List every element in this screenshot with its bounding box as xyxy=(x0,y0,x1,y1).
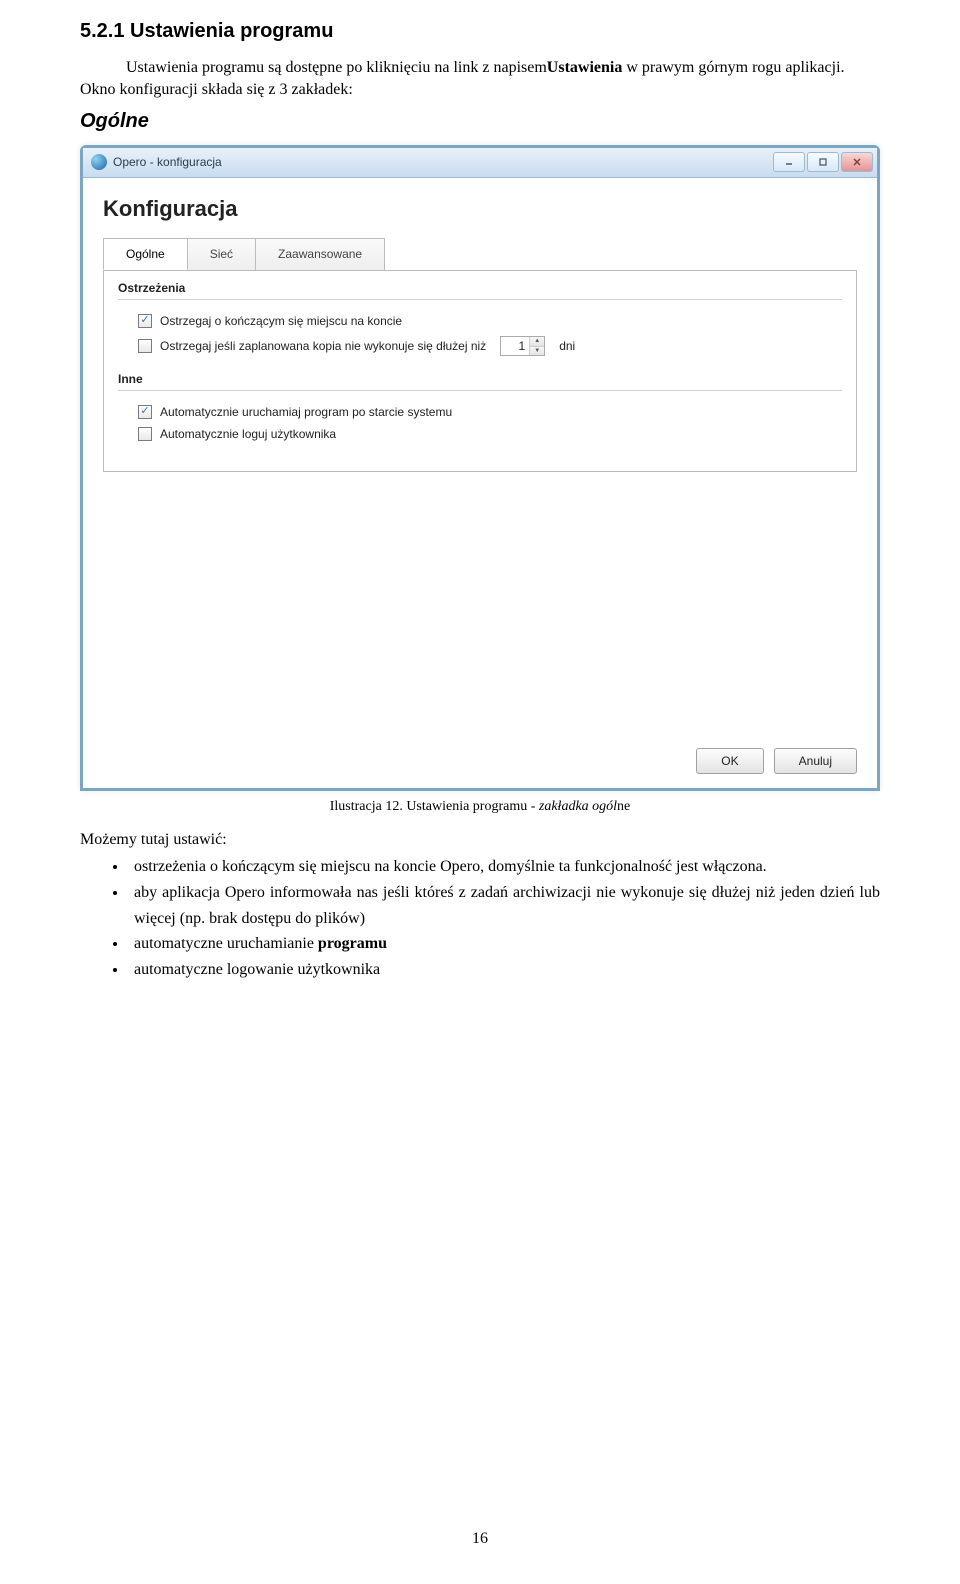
window-controls xyxy=(773,152,873,172)
spinner-up-icon[interactable]: ▲ xyxy=(530,337,544,346)
minimize-button[interactable] xyxy=(773,152,805,172)
group-warnings: Ostrzeżenia ✓ Ostrzegaj o kończącym się … xyxy=(118,281,842,360)
caption-italic: zakładka ogól xyxy=(539,799,617,814)
tab-row: Ogólne Sieć Zaawansowane xyxy=(103,238,857,271)
group-other-title: Inne xyxy=(118,372,842,386)
tab-general[interactable]: Ogólne xyxy=(103,238,188,270)
page-number: 16 xyxy=(0,1530,960,1548)
check-row-autostart: ✓ Automatycznie uruchamiaj program po st… xyxy=(118,401,842,423)
check-row-warn-planned: Ostrzegaj jeśli zaplanowana kopia nie wy… xyxy=(118,332,842,360)
group-other: Inne ✓ Automatycznie uruchamiaj program … xyxy=(118,372,842,445)
days-unit: dni xyxy=(559,339,575,353)
caption-post: ne xyxy=(617,799,630,814)
bullet-3-pre: automatyczne uruchamianie xyxy=(134,935,318,952)
bullet-2: aby aplikacja Opero informowała nas jeśl… xyxy=(128,880,880,931)
days-spinner[interactable]: 1 ▲ ▼ xyxy=(500,336,545,356)
config-title: Konfiguracja xyxy=(103,196,857,222)
maximize-button[interactable] xyxy=(807,152,839,172)
intro-bold: Ustawienia xyxy=(547,59,623,76)
intro-pre: Ustawienia programu są dostępne po klikn… xyxy=(126,59,547,76)
bullet-3-bold: programu xyxy=(318,935,387,952)
section-number: 5.2.1 xyxy=(80,20,124,42)
bullet-4: automatyczne logowanie użytkownika xyxy=(128,957,880,983)
tab-content: Ostrzeżenia ✓ Ostrzegaj o kończącym się … xyxy=(103,270,857,472)
tab-advanced[interactable]: Zaawansowane xyxy=(255,238,385,270)
days-value: 1 xyxy=(501,339,529,353)
checkbox-warn-space[interactable]: ✓ xyxy=(138,314,152,328)
checkbox-warn-space-label: Ostrzegaj o kończącym się miejscu na kon… xyxy=(160,314,402,328)
section-title-text: Ustawienia programu xyxy=(130,20,333,42)
tab-network[interactable]: Sieć xyxy=(187,238,256,270)
post-list: ostrzeżenia o kończącym się miejscu na k… xyxy=(128,854,880,982)
dialog-footer: OK Anuluj xyxy=(696,748,857,774)
cancel-button[interactable]: Anuluj xyxy=(774,748,857,774)
checkbox-autostart-label: Automatycznie uruchamiaj program po star… xyxy=(160,405,452,419)
window-body: Konfiguracja Ogólne Sieć Zaawansowane Os… xyxy=(83,178,877,788)
checkbox-autologin-label: Automatycznie loguj użytkownika xyxy=(160,427,336,441)
config-window: Opero - konfiguracja Konfiguracja Ogólne… xyxy=(80,145,880,791)
caption-pre: Ilustracja 12. Ustawienia programu - xyxy=(330,799,539,814)
divider xyxy=(118,390,842,391)
checkbox-autostart[interactable]: ✓ xyxy=(138,405,152,419)
check-row-warn-space: ✓ Ostrzegaj o kończącym się miejscu na k… xyxy=(118,310,842,332)
section-heading: 5.2.1 Ustawienia programu xyxy=(80,20,880,43)
checkbox-autologin[interactable] xyxy=(138,427,152,441)
bullet-1: ostrzeżenia o kończącym się miejscu na k… xyxy=(128,854,880,880)
titlebar-left: Opero - konfiguracja xyxy=(91,154,222,170)
spinner-arrows: ▲ ▼ xyxy=(529,337,544,355)
ok-button[interactable]: OK xyxy=(696,748,763,774)
window-title: Opero - konfiguracja xyxy=(113,155,222,169)
figure-caption: Ilustracja 12. Ustawienia programu - zak… xyxy=(80,799,880,815)
window-titlebar: Opero - konfiguracja xyxy=(83,148,877,178)
spinner-down-icon[interactable]: ▼ xyxy=(530,346,544,355)
checkbox-warn-planned-label: Ostrzegaj jeśli zaplanowana kopia nie wy… xyxy=(160,339,486,353)
opero-icon xyxy=(91,154,107,170)
group-warnings-title: Ostrzeżenia xyxy=(118,281,842,295)
tab-section-title: Ogólne xyxy=(80,110,880,133)
intro-paragraph: Ustawienia programu są dostępne po klikn… xyxy=(80,57,880,102)
post-lead: Możemy tutaj ustawić: xyxy=(80,827,880,853)
check-row-autologin: Automatycznie loguj użytkownika xyxy=(118,423,842,445)
close-button[interactable] xyxy=(841,152,873,172)
divider xyxy=(118,299,842,300)
bullet-3: automatyczne uruchamianie programu xyxy=(128,931,880,957)
checkbox-warn-planned[interactable] xyxy=(138,339,152,353)
